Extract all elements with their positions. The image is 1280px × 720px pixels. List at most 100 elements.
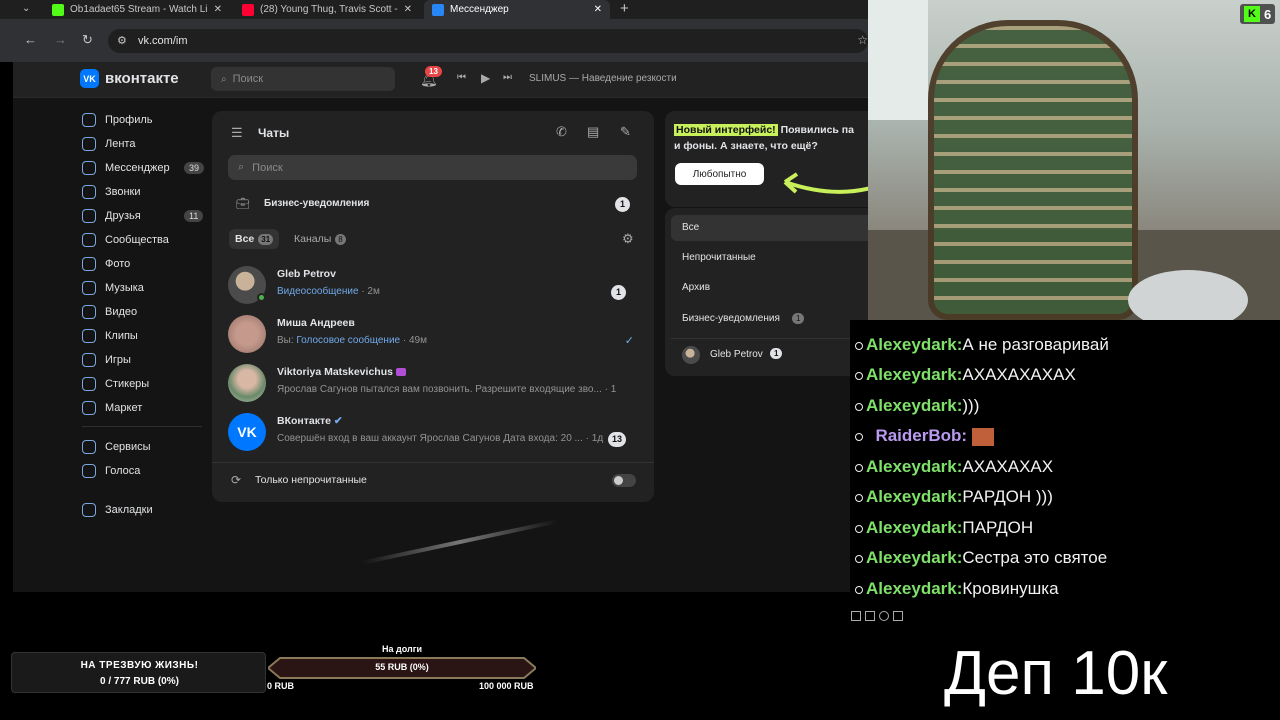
filter-all[interactable]: Все: [682, 222, 699, 233]
sidebar-label: Игры: [105, 354, 131, 366]
window: [868, 0, 928, 120]
sidebar-item-stickers[interactable]: Стикеры: [82, 374, 149, 394]
chat-name: Gleb Petrov: [277, 268, 336, 280]
chat-row[interactable]: VK ВКонтакте ✔ Совершён вход в ваш аккау…: [228, 409, 640, 457]
new-call-icon[interactable]: ✆: [556, 124, 567, 140]
sidebar-item-services[interactable]: Сервисы: [82, 437, 151, 457]
tab-messenger[interactable]: Мессенджер ✕: [424, 0, 610, 19]
chat-tool-icon[interactable]: [893, 611, 903, 621]
kick-icon: K: [1244, 6, 1260, 22]
sidebar-item-video[interactable]: Видео: [82, 302, 137, 322]
sidebar-item-profile[interactable]: Профиль: [82, 110, 153, 130]
play-icon[interactable]: ▶: [481, 71, 490, 85]
back-icon[interactable]: ←: [24, 32, 37, 47]
badge-icon: [855, 402, 863, 411]
sidebar-label: Музыка: [105, 282, 144, 294]
sidebar-item-messenger[interactable]: Мессенджер 39: [82, 158, 205, 178]
archive-icon[interactable]: ▤: [587, 124, 599, 140]
filter-business[interactable]: Бизнес-уведомления: [682, 313, 780, 324]
panel-divider: [212, 462, 654, 463]
kick-viewer-badge: K 6: [1240, 4, 1276, 24]
chat-tool-icon[interactable]: [851, 611, 861, 621]
games-icon: [82, 353, 96, 367]
chat-message: Alexeydark:))): [855, 396, 979, 416]
reload-icon[interactable]: ↻: [82, 32, 93, 48]
vk-logo[interactable]: VK вконтакте: [80, 69, 179, 88]
badge-icon: [855, 341, 863, 350]
compose-icon[interactable]: ✎: [620, 124, 631, 140]
search-placeholder: Поиск: [252, 161, 283, 174]
filter-all-bg: [671, 215, 868, 241]
sidebar-item-friends[interactable]: Друзья 11: [82, 206, 204, 226]
promo-button[interactable]: Любопытно: [675, 163, 764, 185]
tab-youtube[interactable]: (28) Young Thug, Travis Scott - ✕: [236, 0, 420, 19]
sidebar-item-communities[interactable]: Сообщества: [82, 230, 169, 250]
sidebar-item-market[interactable]: Маркет: [82, 398, 142, 418]
profile-icon: [82, 113, 96, 127]
url-bar[interactable]: ⚙ vk.com/im ☆: [108, 29, 868, 53]
bookmark-star-icon[interactable]: ☆: [857, 33, 868, 47]
services-icon: [82, 440, 96, 454]
forward-icon[interactable]: →: [54, 32, 67, 47]
sidebar-item-clips[interactable]: Клипы: [82, 326, 138, 346]
close-icon[interactable]: ✕: [214, 4, 230, 15]
filter-archive[interactable]: Архив: [682, 282, 710, 293]
prev-track-icon[interactable]: ⏮: [457, 72, 466, 83]
chats-search-input[interactable]: ⌕ Поиск: [228, 155, 637, 180]
next-track-icon[interactable]: ⏭: [503, 72, 512, 83]
debt-value: 55 RUB (0%): [375, 662, 429, 672]
chat-row[interactable]: Миша Андреев Вы: Голосовое сообщение · 4…: [228, 311, 640, 359]
chat-message: Alexeydark:Кровинушка: [855, 579, 1059, 599]
sidebar-item-photos[interactable]: Фото: [82, 254, 130, 274]
business-notifications-label[interactable]: Бизнес-уведомления: [264, 198, 369, 209]
read-check-icon: ✓: [624, 335, 634, 347]
online-indicator: [257, 293, 266, 302]
tab-channels[interactable]: Каналы 8: [294, 229, 346, 249]
badge-icon: [855, 432, 863, 441]
tab-kick-stream[interactable]: Ob1adaet65 Stream - Watch Li ✕: [46, 0, 230, 19]
pinned-avatar: [682, 346, 700, 364]
sidebar-item-games[interactable]: Игры: [82, 350, 131, 370]
debt-progress-bar: 55 RUB (0%): [268, 657, 536, 679]
sidebar-item-calls[interactable]: Звонки: [82, 182, 141, 202]
sidebar-item-votes[interactable]: Голоса: [82, 461, 140, 481]
chat-preview: Видеосообщение · 2м: [277, 286, 380, 297]
vk-messenger-icon: [432, 3, 444, 16]
player-track[interactable]: SLIMUS — Наведение резкости: [529, 73, 677, 84]
unread-only-toggle[interactable]: [612, 474, 636, 487]
chat-message: RaiderBob:: [855, 426, 994, 446]
filter-unread[interactable]: Непрочитанные: [682, 252, 756, 263]
chat-row[interactable]: Viktoriya Matskevichus Ярослав Сагунов п…: [228, 360, 640, 408]
sidebar-item-music[interactable]: Музыка: [82, 278, 144, 298]
sidebar-label: Профиль: [105, 114, 153, 126]
site-info-icon[interactable]: ⚙: [117, 34, 127, 47]
sidebar-item-bookmarks[interactable]: Закладки: [82, 500, 153, 520]
tab-list-chevron-icon[interactable]: ⌄: [22, 3, 30, 14]
vk-avatar: VK: [228, 413, 266, 451]
menu-icon[interactable]: ☰: [231, 125, 243, 141]
goal-value: 0 / 777 RUB (0%): [100, 676, 179, 687]
chat-message: Alexeydark:РАРДОН ))): [855, 487, 1053, 507]
sidebar-label: Закладки: [105, 504, 153, 516]
vk-search-input[interactable]: ⌕ Поиск: [211, 67, 395, 91]
sober-goal-widget: НА ТРЕЗВУЮ ЖИЗНЬ! 0 / 777 RUB (0%): [11, 652, 266, 693]
chat-tool-icon[interactable]: [865, 611, 875, 621]
photo-icon: [82, 257, 96, 271]
new-tab-button[interactable]: +: [620, 0, 629, 17]
tab-all[interactable]: Все 31: [229, 229, 280, 249]
sidebar-item-feed[interactable]: Лента: [82, 134, 135, 154]
stickers-icon: [82, 377, 96, 391]
close-icon[interactable]: ✕: [594, 4, 610, 15]
chat-name: ВКонтакте ✔: [277, 415, 343, 427]
chat-name: Миша Андреев: [277, 317, 355, 329]
chat-preview: Совершён вход в ваш аккаунт Ярослав Сагу…: [277, 433, 604, 444]
bookmark-icon: [82, 503, 96, 517]
close-icon[interactable]: ✕: [404, 4, 420, 15]
filters-divider: [671, 338, 868, 339]
feed-icon: [82, 137, 96, 151]
pinned-chat-name[interactable]: Gleb Petrov: [710, 349, 763, 360]
chat-row[interactable]: Gleb Petrov Видеосообщение · 2м 1: [228, 262, 640, 310]
chat-tool-icon[interactable]: [879, 611, 889, 621]
settings-gear-icon[interactable]: ⚙: [622, 231, 634, 247]
phone-icon: [82, 185, 96, 199]
